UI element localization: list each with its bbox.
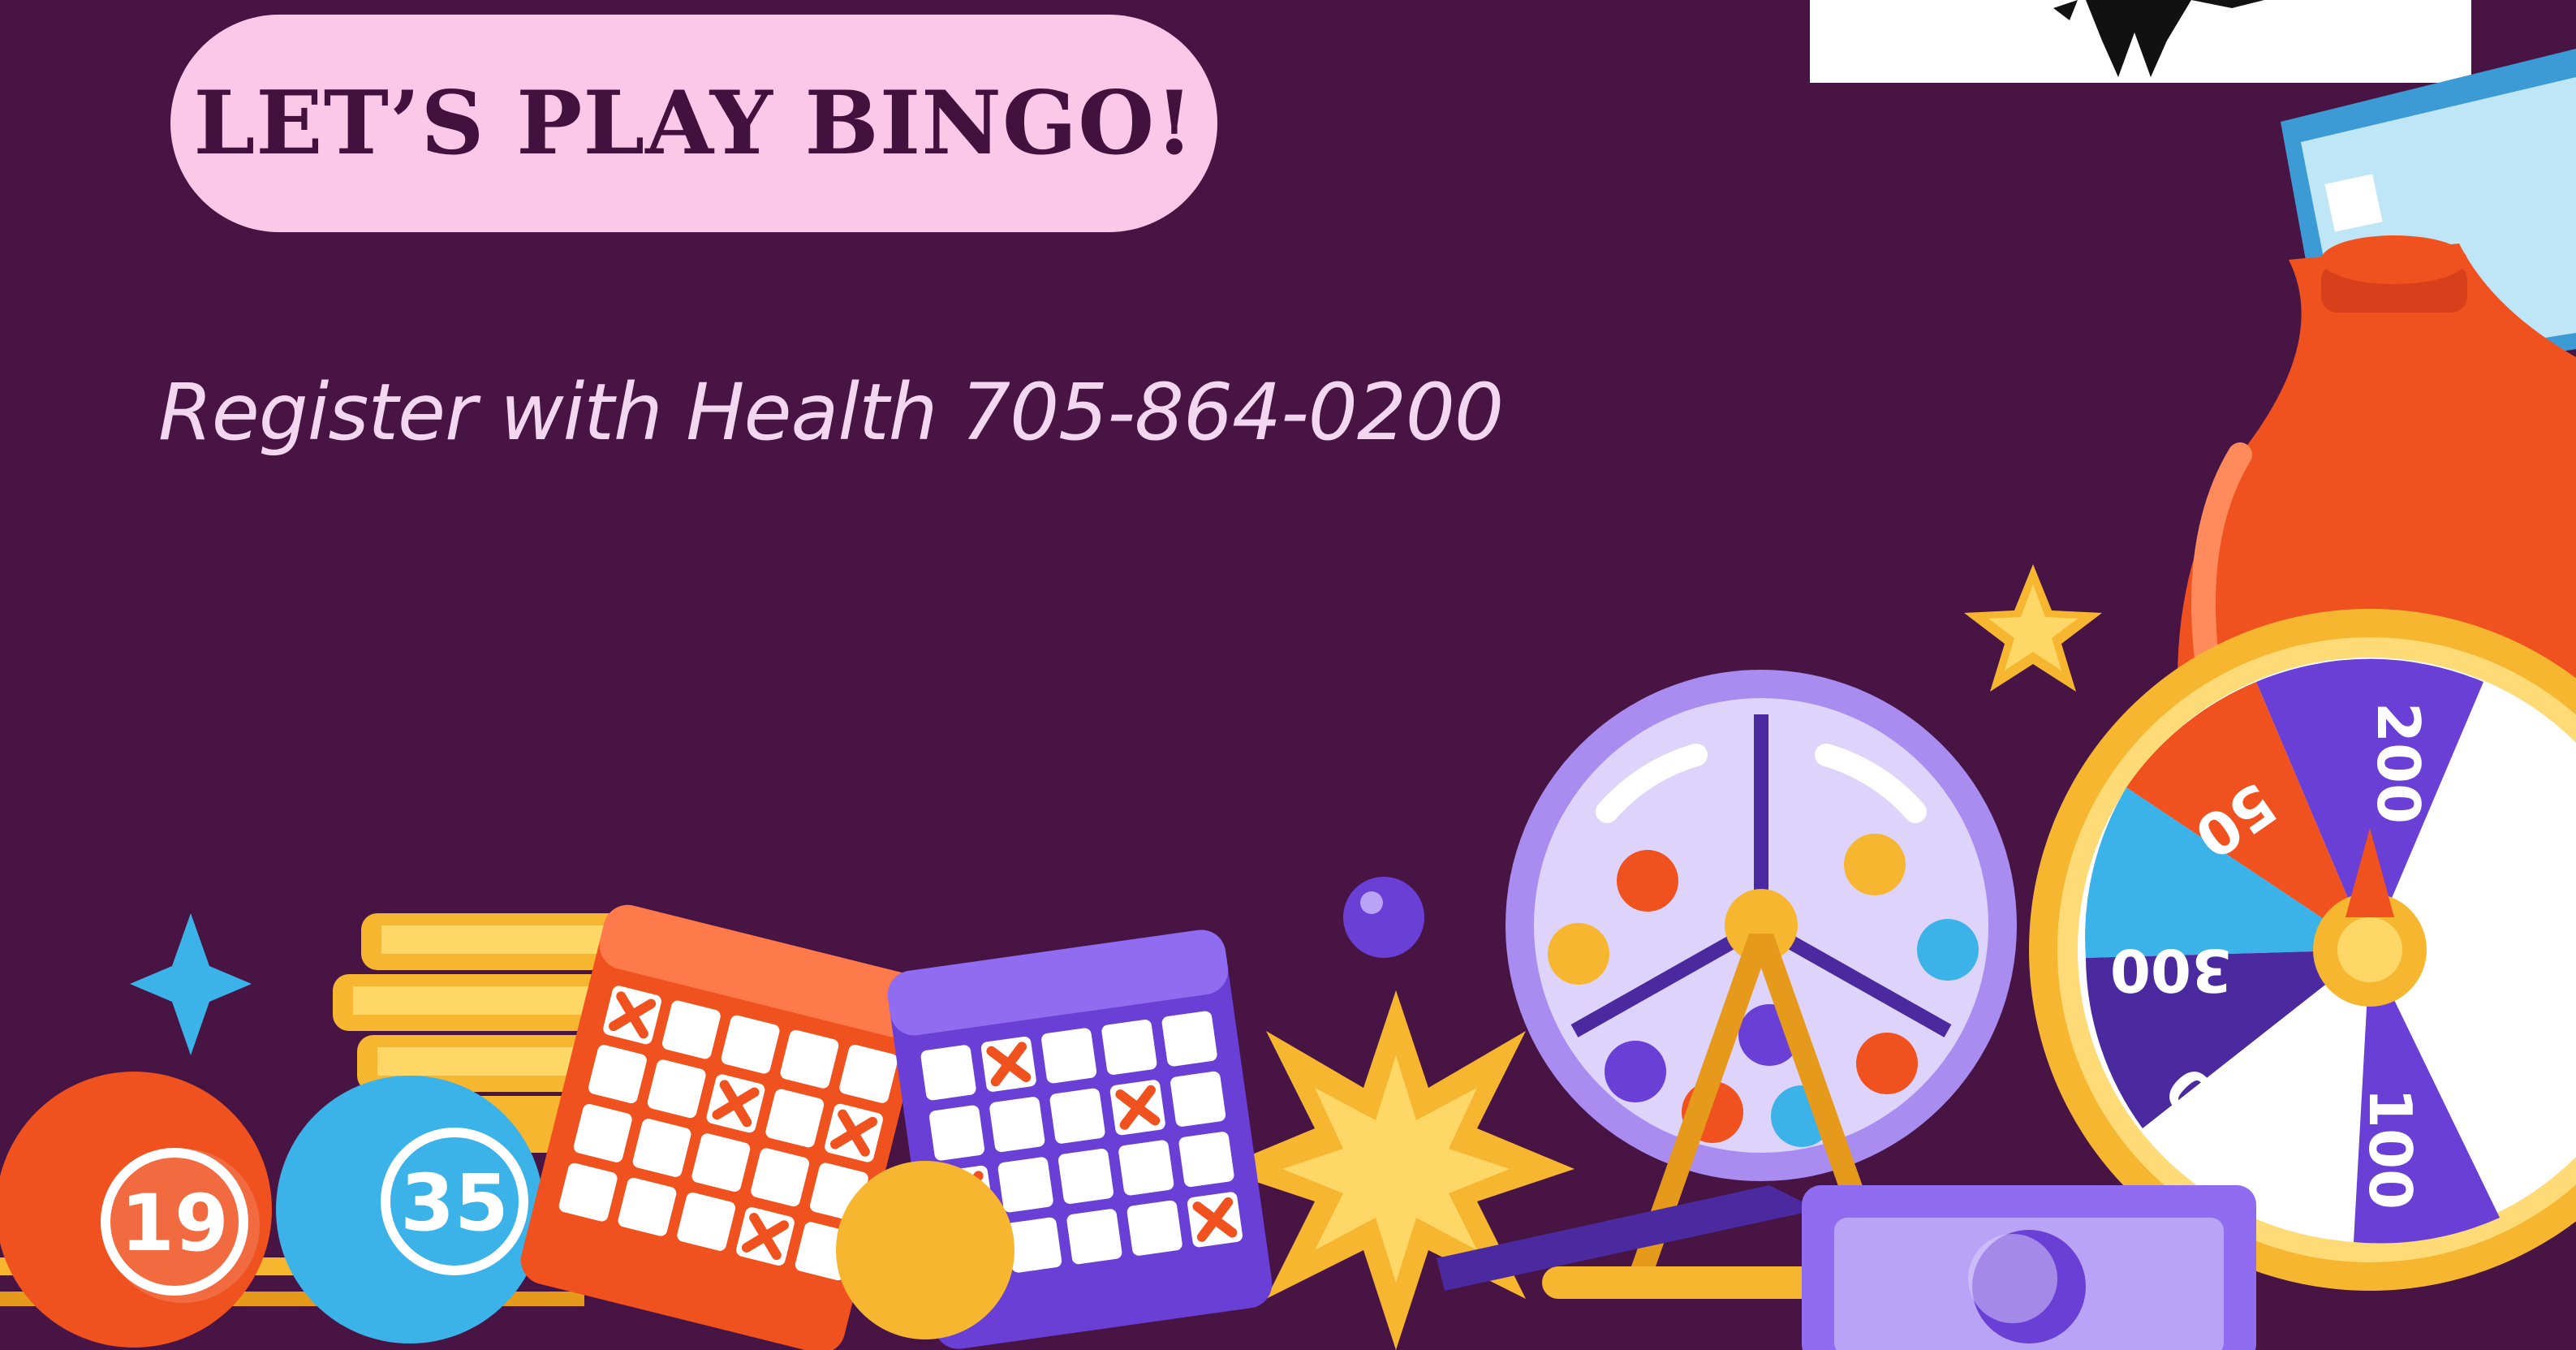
- ball-number: 19: [120, 1178, 229, 1269]
- sparkle-icon: [130, 913, 252, 1055]
- bingo-ball: 35: [276, 1076, 544, 1344]
- bingo-ball: 19: [0, 1072, 272, 1348]
- wheel-label: 200: [2364, 702, 2432, 824]
- ball-number: 35: [400, 1158, 509, 1249]
- illustration: 200 50 300 20 100 19 35: [0, 49, 2576, 1350]
- wheel-label: 300: [2110, 936, 2232, 1004]
- banknote: [1802, 1185, 2256, 1350]
- wheel-label: 100: [2356, 1088, 2424, 1210]
- star-icon: [1964, 564, 2102, 692]
- gold-ball: [836, 1161, 1014, 1339]
- purple-ball: [1343, 877, 1424, 958]
- bingo-poster: LET’S PLAY BINGO! Register with Health 7…: [0, 0, 2576, 1350]
- starburst: [1217, 990, 1574, 1350]
